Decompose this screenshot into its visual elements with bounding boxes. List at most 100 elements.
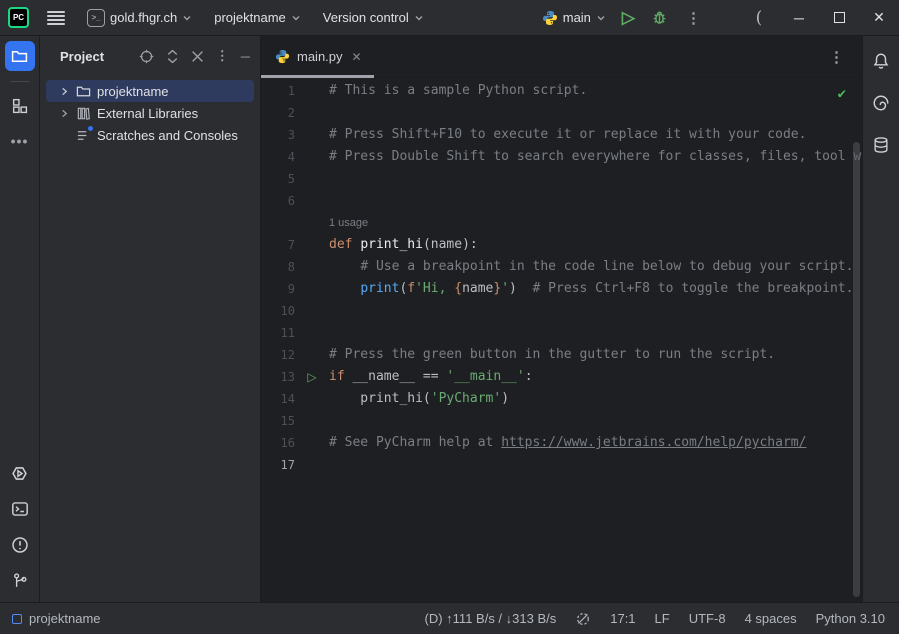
line-number[interactable]: 1 xyxy=(261,80,295,102)
code-line[interactable]: 11 xyxy=(261,322,862,344)
usages-inlay-hint[interactable]: 1 usage xyxy=(329,217,368,229)
tab-options-icon[interactable]: ⋮ xyxy=(811,48,862,66)
maximize-button[interactable] xyxy=(819,1,859,35)
tab-close-icon[interactable]: ✕ xyxy=(350,48,364,66)
code-line[interactable]: 1# This is a sample Python script. xyxy=(261,80,862,102)
locate-file-icon[interactable] xyxy=(139,49,154,64)
scratches-icon xyxy=(75,128,92,143)
tab-main-py[interactable]: main.py ✕ xyxy=(261,36,374,78)
minimize-button[interactable]: ─ xyxy=(779,1,819,35)
git-tool-button[interactable] xyxy=(5,566,35,596)
left-tool-strip: ••• xyxy=(0,36,40,602)
main-menu-icon[interactable] xyxy=(47,11,65,25)
interpreter-widget[interactable]: Python 3.10 xyxy=(816,611,885,626)
help-url-link[interactable]: https://www.jetbrains.com/help/pycharm/ xyxy=(501,435,806,450)
notifications-button[interactable] xyxy=(866,46,896,76)
close-window-button[interactable]: ✕ xyxy=(859,1,899,35)
chevron-right-icon[interactable] xyxy=(58,109,70,118)
line-number[interactable]: 15 xyxy=(261,410,295,432)
database-button[interactable] xyxy=(866,130,896,160)
run-button[interactable]: ▷ xyxy=(614,9,643,26)
tree-item-scratches[interactable]: Scratches and Consoles xyxy=(46,124,254,146)
menu-projektname[interactable]: projektname xyxy=(206,6,309,29)
project-tool-button[interactable] xyxy=(5,41,35,71)
code-line[interactable]: 15 xyxy=(261,410,862,432)
line-number[interactable]: 3 xyxy=(261,124,295,146)
code-line[interactable]: 13▷if __name__ == '__main__': xyxy=(261,366,862,388)
hide-panel-icon[interactable]: ─ xyxy=(241,49,250,64)
line-number[interactable] xyxy=(261,212,295,234)
line-number[interactable]: 13 xyxy=(261,366,295,388)
code-line[interactable]: 5 xyxy=(261,168,862,190)
line-number[interactable]: 17 xyxy=(261,454,295,476)
pycharm-window: PC >_ gold.fhgr.ch projektname Version c… xyxy=(0,0,899,634)
code-line[interactable]: 17 xyxy=(261,454,862,476)
run-config-label: main xyxy=(563,10,591,25)
code-line[interactable]: 2 xyxy=(261,102,862,124)
line-number[interactable]: 8 xyxy=(261,256,295,278)
bell-icon xyxy=(872,52,890,70)
more-actions-button[interactable]: ⋮ xyxy=(676,9,711,27)
inlay-hint-row[interactable]: 1 usage xyxy=(261,212,862,234)
code-line[interactable]: 9 print(f'Hi, {name}') # Press Ctrl+F8 t… xyxy=(261,278,862,300)
code-token: : xyxy=(525,369,533,384)
code-token: 'PyCharm' xyxy=(431,391,501,406)
line-number[interactable]: 6 xyxy=(261,190,295,212)
expand-collapse-icon[interactable] xyxy=(166,49,179,64)
encoding-widget[interactable]: UTF-8 xyxy=(689,611,726,626)
terminal-tool-button[interactable] xyxy=(5,494,35,524)
run-line-gutter-icon[interactable]: ▷ xyxy=(295,366,329,388)
line-number[interactable]: 4 xyxy=(261,146,295,168)
line-number[interactable]: 11 xyxy=(261,322,295,344)
debug-button[interactable] xyxy=(643,9,676,26)
caret-position-widget[interactable]: 17:1 xyxy=(610,611,635,626)
chevron-down-icon xyxy=(182,13,192,23)
code-line[interactable]: 12# Press the green button in the gutter… xyxy=(261,344,862,366)
code-line[interactable]: 7def print_hi(name): xyxy=(261,234,862,256)
status-project-widget[interactable]: projektname xyxy=(12,611,101,626)
structure-tool-button[interactable] xyxy=(5,90,35,120)
more-tool-windows-button[interactable]: ••• xyxy=(5,126,35,156)
project-switcher-button[interactable]: >_ gold.fhgr.ch xyxy=(79,5,200,31)
code-area[interactable]: ✔ 1# This is a sample Python script.23 # … xyxy=(261,78,862,602)
line-number[interactable]: 5 xyxy=(261,168,295,190)
line-number[interactable]: 10 xyxy=(261,300,295,322)
code-line[interactable]: 3 # Press Shift+F10 to execute it or repl… xyxy=(261,124,862,146)
code-line[interactable]: 4# Press Double Shift to search everywhe… xyxy=(261,146,862,168)
code-line[interactable]: 8 # Use a breakpoint in the code line be… xyxy=(261,256,862,278)
paren-glyph: ( xyxy=(756,8,763,28)
window-custom-button[interactable]: ( xyxy=(739,1,779,35)
ai-assistant-button[interactable] xyxy=(866,88,896,118)
clock-badge xyxy=(87,125,94,132)
code-line[interactable]: 14 print_hi('PyCharm') xyxy=(261,388,862,410)
line-number[interactable]: 12 xyxy=(261,344,295,366)
chevron-right-icon[interactable] xyxy=(58,87,70,96)
highlighting-off-icon[interactable] xyxy=(575,611,591,627)
code-line[interactable]: 10 xyxy=(261,300,862,322)
network-speed-widget[interactable]: (D) ↑111 B/s / ↓313 B/s xyxy=(425,611,557,626)
gutter-space xyxy=(295,344,329,366)
panel-options-icon[interactable]: ⋮ xyxy=(216,48,229,64)
code-line[interactable]: 16# See PyCharm help at https://www.jetb… xyxy=(261,432,862,454)
line-ending-widget[interactable]: LF xyxy=(655,611,670,626)
collapse-all-icon[interactable] xyxy=(191,50,204,63)
run-configuration-selector[interactable]: main xyxy=(534,6,614,30)
line-number[interactable]: 16 xyxy=(261,432,295,454)
maximize-icon xyxy=(834,12,845,23)
line-number[interactable]: 14 xyxy=(261,388,295,410)
inspection-ok-icon[interactable]: ✔ xyxy=(838,86,846,102)
code-line[interactable]: 6 xyxy=(261,190,862,212)
menu-version-control-label: Version control xyxy=(323,10,409,25)
indent-widget[interactable]: 4 spaces xyxy=(745,611,797,626)
services-tool-button[interactable] xyxy=(5,458,35,488)
tree-item-projektname[interactable]: projektname xyxy=(46,80,254,102)
line-number[interactable]: 2 xyxy=(261,102,295,124)
menu-version-control[interactable]: Version control xyxy=(315,6,432,29)
line-number[interactable]: 7 xyxy=(261,234,295,256)
tree-item-external-libraries[interactable]: External Libraries xyxy=(46,102,254,124)
line-number[interactable]: 9 xyxy=(261,278,295,300)
code-token: # Press Shift+F10 to execute it or repla… xyxy=(329,127,806,142)
vertical-scrollbar-thumb[interactable] xyxy=(853,142,860,597)
gutter-space xyxy=(295,454,329,476)
problems-tool-button[interactable] xyxy=(5,530,35,560)
